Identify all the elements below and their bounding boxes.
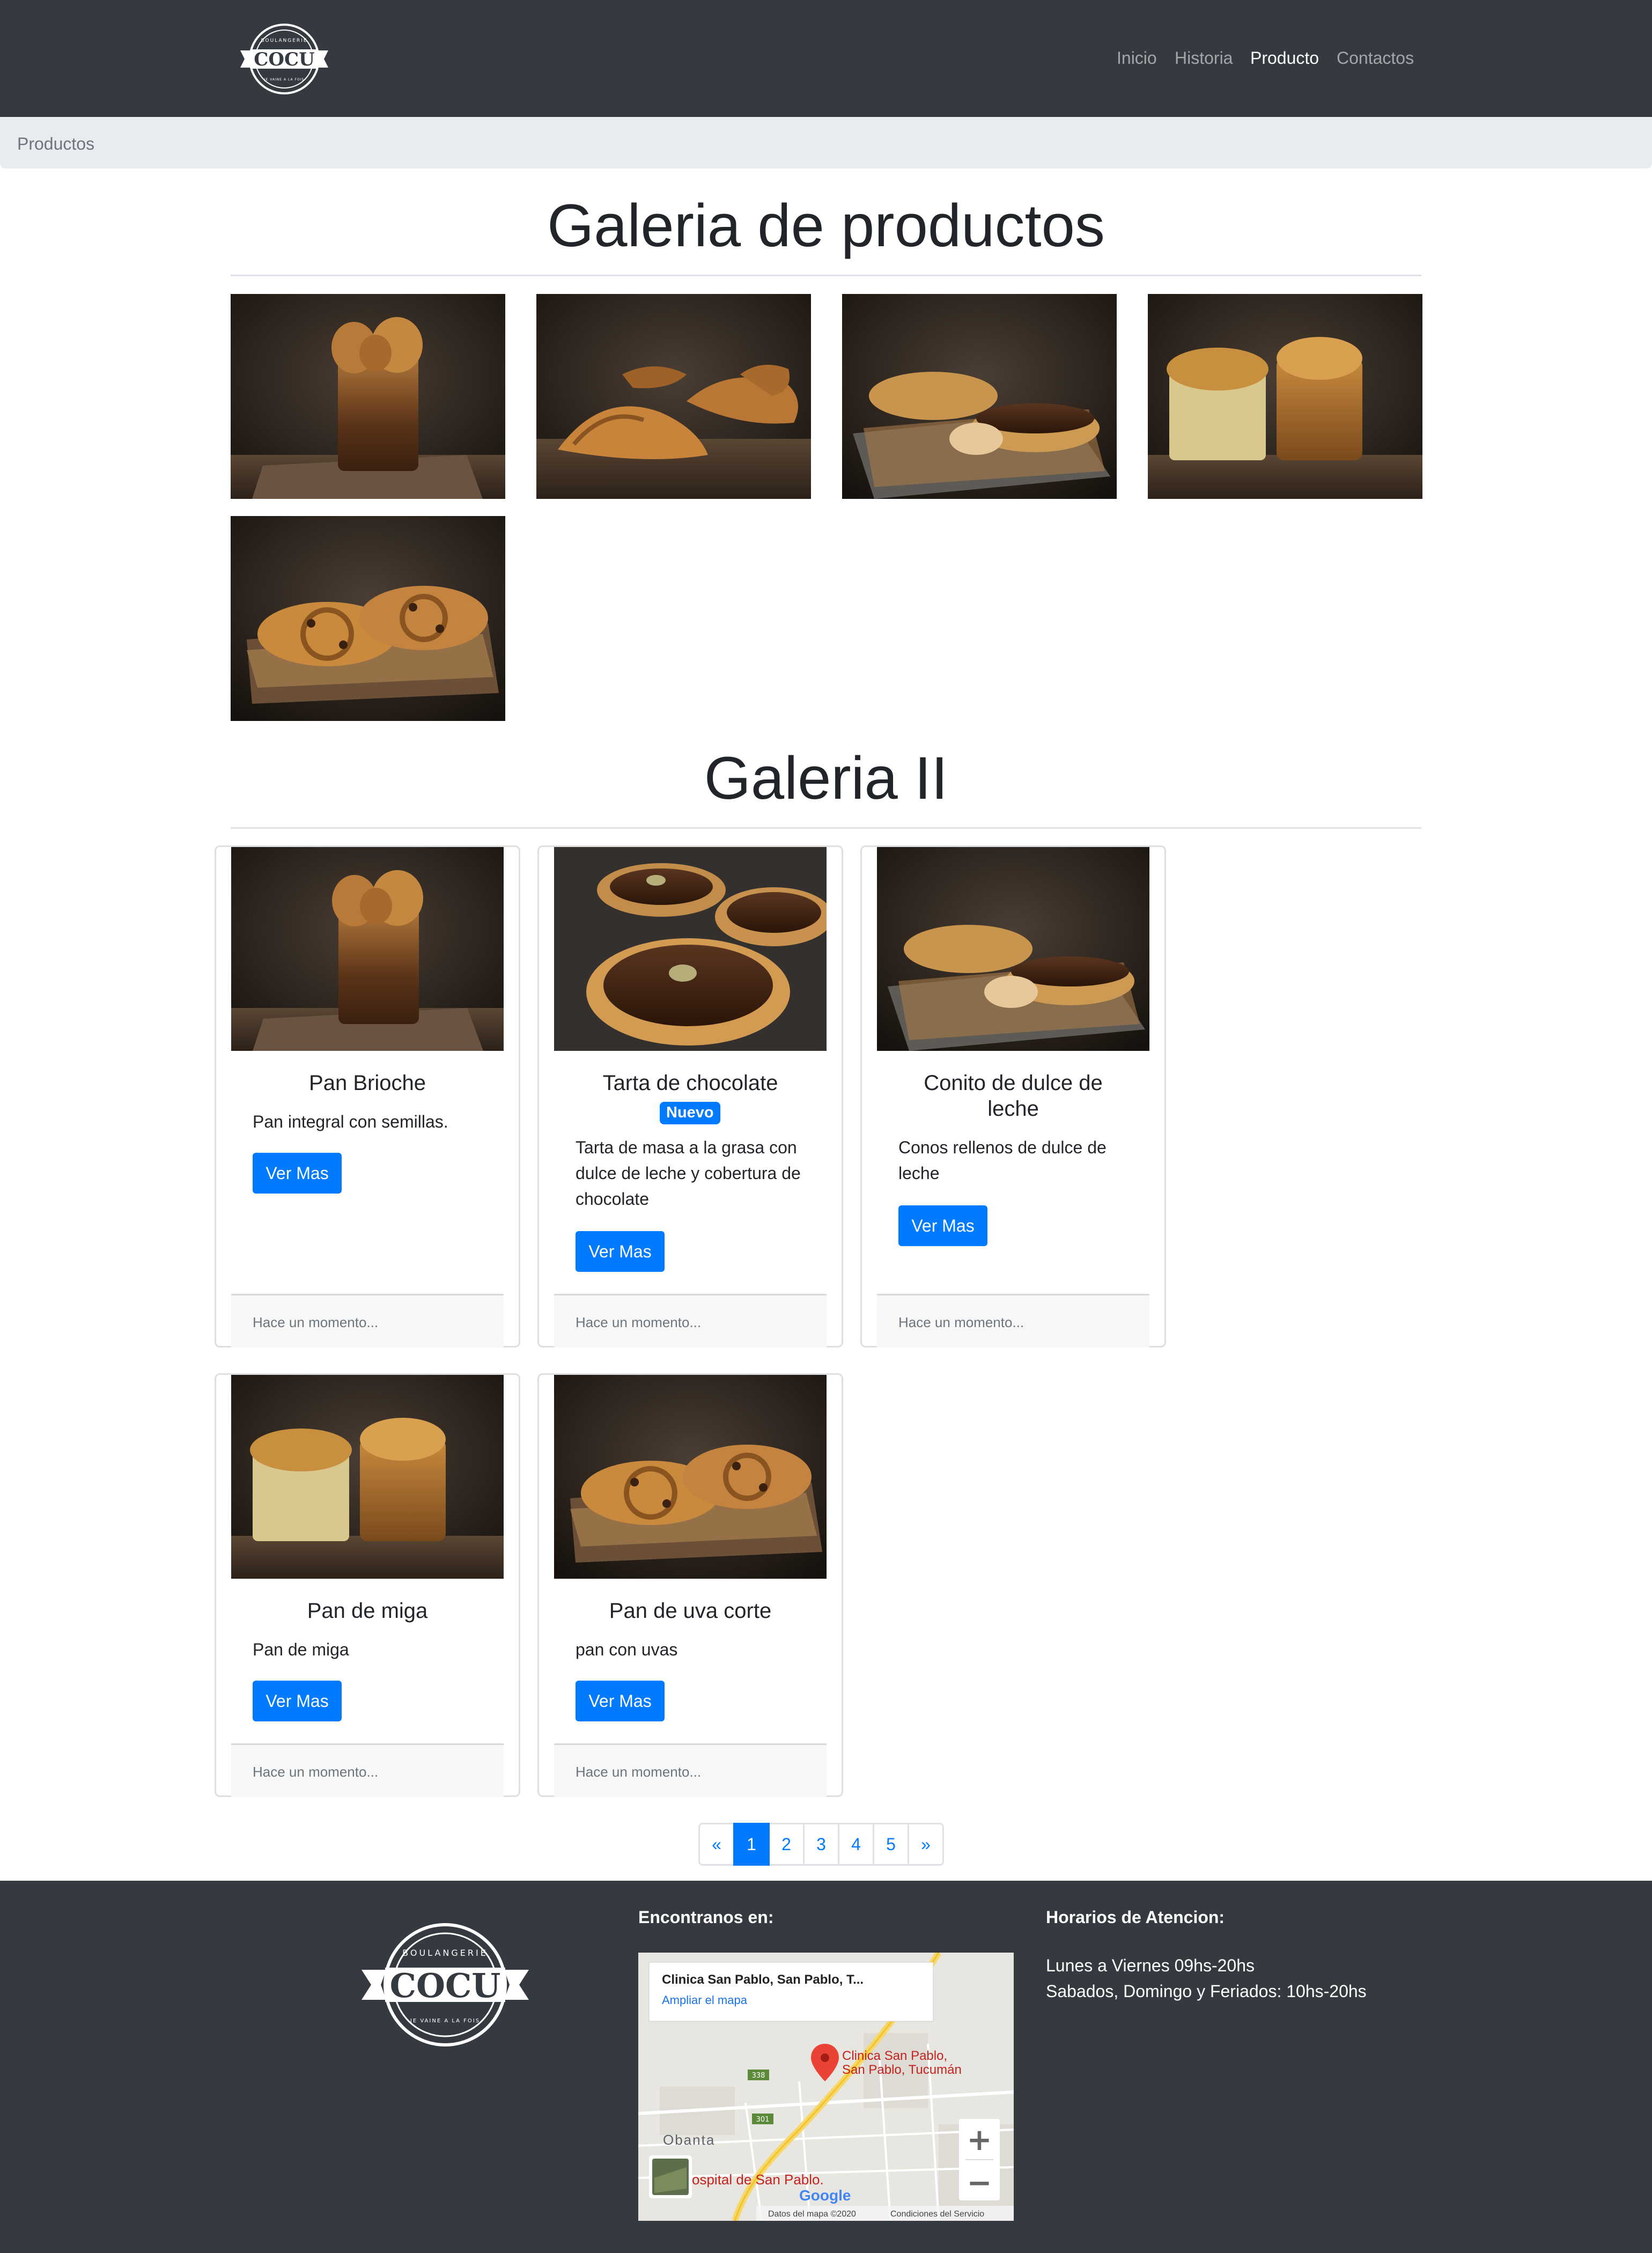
map-hospital-label: ospital de San Pablo. (692, 2171, 824, 2188)
gallery-image-bread-loaves[interactable] (1148, 294, 1422, 499)
footer-logo: COCU BOULANGERIE JE VAINE A LA FOIS (359, 1920, 531, 2049)
product-card: Tarta de chocolate Nuevo Tarta de masa a… (537, 845, 843, 1348)
card-image-bread-loaves[interactable] (231, 1375, 504, 1579)
card-footer: Hace un momento... (231, 1294, 504, 1348)
card-footer-text: Hace un momento... (253, 1764, 379, 1780)
find-us-heading: Encontranos en: (638, 1908, 774, 1927)
product-card: Pan Brioche Pan integral con semillas. V… (215, 845, 520, 1348)
card-image-chocolate-tart[interactable] (554, 847, 827, 1051)
road-338: 338 (752, 2072, 765, 2080)
footer-logo-tagline: JE VAINE A LA FOIS (410, 2018, 480, 2024)
logo-top-text: BOULANGERIE (261, 38, 307, 43)
gallery-image-eclairs[interactable] (842, 294, 1117, 499)
card-image-raisin-swirl[interactable] (554, 1375, 827, 1579)
card-footer: Hace un momento... (554, 1294, 827, 1348)
card-image-eclairs[interactable] (877, 847, 1149, 1051)
map-pin-label-1: Clinica San Pablo, (842, 2049, 947, 2063)
map-pin-label-2: San Pablo, Tucumán (842, 2063, 962, 2077)
ver-mas-button[interactable]: Ver Mas (253, 1153, 342, 1194)
card-footer-text: Hace un momento... (576, 1314, 702, 1330)
nav-historia[interactable]: Historia (1175, 47, 1233, 69)
card-title: Pan de miga (307, 1599, 428, 1623)
card-title: Pan de uva corte (609, 1599, 772, 1623)
product-card: Pan de miga Pan de miga Ver Mas Hace un … (215, 1373, 520, 1797)
product-card: Pan de uva corte pan con uvas Ver Mas Ha… (537, 1373, 843, 1797)
footer-logo-name: COCU (390, 1966, 501, 2005)
page-4[interactable]: 4 (838, 1823, 874, 1866)
card-text: Tarta de masa a la grasa con dulce de le… (576, 1138, 801, 1209)
new-badge: Nuevo (660, 1102, 720, 1124)
card-text: Pan integral con semillas. (253, 1112, 448, 1131)
card-text: Conos rellenos de dulce de leche (898, 1138, 1107, 1183)
pagination: « 1 2 3 4 5 » (698, 1823, 944, 1866)
product-card: Conito de dulce de leche Conos rellenos … (860, 845, 1166, 1348)
page-5[interactable]: 5 (873, 1823, 909, 1866)
hours-weekdays: Lunes a Viernes 09hs-20hs (1046, 1956, 1255, 1975)
page-2[interactable]: 2 (768, 1823, 805, 1866)
card-title: Tarta de chocolate (602, 1071, 778, 1095)
page-1[interactable]: 1 (733, 1823, 770, 1866)
pagination-prev[interactable]: « (698, 1823, 735, 1866)
map-zoom-in: + (967, 2123, 992, 2158)
card-footer-text: Hace un momento... (898, 1314, 1024, 1330)
nav-producto[interactable]: Producto (1250, 47, 1319, 69)
card-footer: Hace un momento... (231, 1743, 504, 1797)
footer-logo-top-text: BOULANGERIE (402, 1948, 488, 1958)
hours-weekends: Sabados, Domingo y Feriados: 10hs-20hs (1046, 1982, 1367, 2001)
pagination-next[interactable]: » (908, 1823, 944, 1866)
ver-mas-button[interactable]: Ver Mas (253, 1681, 342, 1721)
gallery-title: Galeria de productos (547, 192, 1105, 259)
ver-mas-button[interactable]: Ver Mas (898, 1205, 987, 1246)
breadcrumb (0, 117, 1652, 168)
map-place-title: Clinica San Pablo, San Pablo, T... (662, 1972, 864, 1987)
map-town-label: Obanta (663, 2132, 715, 2148)
map-enlarge-link: Ampliar el mapa (662, 1993, 748, 2007)
map-data-credit: Datos del mapa ©2020 (768, 2210, 856, 2219)
ver-mas-button[interactable]: Ver Mas (576, 1231, 665, 1272)
logo-name: COCU (254, 49, 314, 70)
map-zoom-out: − (967, 2166, 992, 2200)
card-text: Pan de miga (253, 1640, 349, 1659)
nav-contactos[interactable]: Contactos (1337, 47, 1414, 69)
logo-tagline: JE VAINE A LA FOIS (264, 78, 305, 82)
gallery-image-croissants[interactable] (536, 294, 811, 499)
hours-heading: Horarios de Atencion: (1046, 1908, 1225, 1927)
card-image-brioche[interactable] (231, 847, 504, 1051)
card-footer-text: Hace un momento... (253, 1314, 379, 1330)
google-logo: Google (799, 2187, 851, 2204)
map-embed[interactable]: 338 301 Clinica San Pablo, San Pablo, T.… (638, 1953, 1014, 2221)
road-301: 301 (756, 2116, 770, 2124)
card-footer: Hace un momento... (877, 1294, 1149, 1348)
card-text: pan con uvas (576, 1640, 678, 1659)
divider (231, 827, 1421, 829)
breadcrumb-current: Productos (17, 134, 95, 153)
divider (231, 275, 1421, 276)
brand-logo[interactable]: COCU BOULANGERIE JE VAINE A LA FOIS (236, 23, 333, 95)
card-footer: Hace un momento... (554, 1743, 827, 1797)
gallery2-title: Galeria II (704, 745, 948, 812)
ver-mas-button[interactable]: Ver Mas (576, 1681, 665, 1721)
gallery-image-raisin-swirl[interactable] (231, 516, 505, 721)
nav-inicio[interactable]: Inicio (1117, 47, 1157, 69)
gallery-image-brioche[interactable] (231, 294, 505, 499)
map-terms-link: Condiciones del Servicio (890, 2210, 984, 2219)
card-title: Conito de dulce de leche (924, 1071, 1103, 1121)
card-title: Pan Brioche (309, 1071, 426, 1095)
page-3[interactable]: 3 (803, 1823, 839, 1866)
card-footer-text: Hace un momento... (576, 1764, 702, 1780)
